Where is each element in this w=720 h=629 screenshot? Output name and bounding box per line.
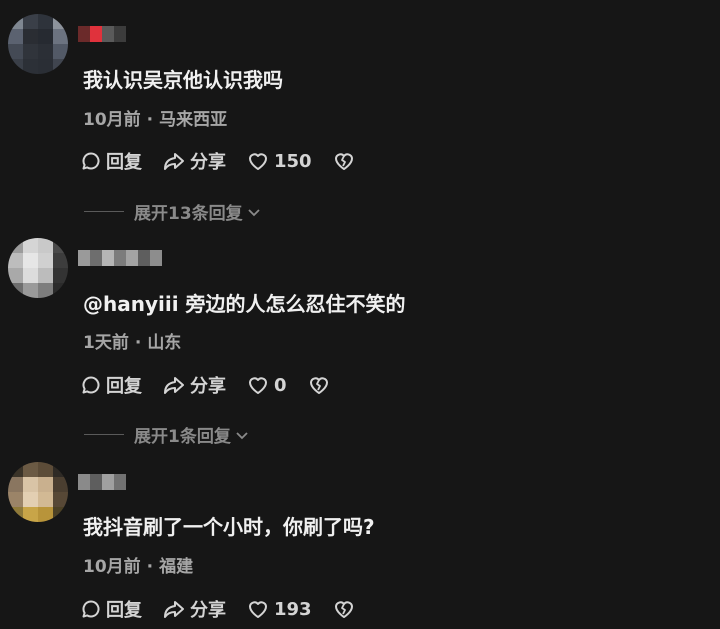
- meta-separator: ·: [146, 557, 154, 577]
- share-button[interactable]: 分享: [162, 148, 226, 174]
- comment-actions: 回复 分享 0: [80, 372, 355, 398]
- heart-icon: [249, 601, 267, 618]
- expand-replies-button[interactable]: 展开1条回复: [84, 422, 250, 447]
- divider-line: [84, 211, 124, 212]
- divider-line: [84, 434, 124, 435]
- dislike-button[interactable]: [307, 374, 335, 396]
- share-label: 分享: [190, 376, 226, 397]
- like-button[interactable]: 150: [246, 150, 312, 172]
- share-label: 分享: [190, 152, 226, 173]
- broken-heart-icon: [309, 377, 328, 394]
- reply-label: 回复: [106, 152, 142, 173]
- share-button[interactable]: 分享: [162, 596, 226, 622]
- chevron-down-icon: [236, 431, 248, 439]
- like-count: 150: [274, 150, 312, 172]
- reply-bubble-icon: [82, 152, 100, 170]
- expand-label: 展开13条回复: [134, 204, 243, 224]
- dislike-button[interactable]: [332, 598, 360, 620]
- like-count: 193: [274, 598, 312, 620]
- comment-time: 10月前: [83, 557, 141, 577]
- dislike-button[interactable]: [332, 150, 360, 172]
- comment-location: 马来西亚: [159, 110, 228, 130]
- comment-location: 福建: [159, 557, 194, 577]
- comment-time: 10月前: [83, 110, 141, 130]
- comment-list: 我认识吴京他认识我吗 10月前·马来西亚 回复 分享 150 展开13条回复: [0, 0, 720, 629]
- broken-heart-icon: [334, 153, 353, 170]
- comment-text: 我抖音刷了一个小时，你刷了吗?: [83, 515, 375, 539]
- reply-label: 回复: [106, 376, 142, 397]
- avatar[interactable]: [8, 238, 68, 298]
- comment-time: 1天前: [83, 333, 129, 353]
- meta-separator: ·: [134, 333, 142, 353]
- share-label: 分享: [190, 600, 226, 621]
- heart-icon: [249, 153, 267, 170]
- username[interactable]: [78, 474, 126, 490]
- expand-label: 展开1条回复: [134, 427, 231, 447]
- comment-text: 我认识吴京他认识我吗: [83, 68, 283, 92]
- comment-text: @hanyiii 旁边的人怎么忍住不笑的: [83, 292, 406, 316]
- username[interactable]: [78, 250, 162, 266]
- like-count: 0: [274, 374, 287, 396]
- broken-heart-icon: [334, 601, 353, 618]
- share-arrow-icon: [164, 377, 184, 394]
- avatar[interactable]: [8, 462, 68, 522]
- reply-button[interactable]: 回复: [80, 372, 142, 398]
- share-arrow-icon: [164, 153, 184, 170]
- share-button[interactable]: 分享: [162, 372, 226, 398]
- meta-separator: ·: [146, 110, 154, 130]
- avatar[interactable]: [8, 14, 68, 74]
- username[interactable]: [78, 26, 126, 42]
- like-button[interactable]: 193: [246, 598, 312, 620]
- reply-bubble-icon: [82, 376, 100, 394]
- share-arrow-icon: [164, 601, 184, 618]
- expand-replies-button[interactable]: 展开13条回复: [84, 199, 262, 224]
- reply-button[interactable]: 回复: [80, 596, 142, 622]
- reply-label: 回复: [106, 600, 142, 621]
- comment-actions: 回复 分享 150: [80, 148, 380, 174]
- comment-meta: 1天前 · 山东: [83, 328, 181, 353]
- comment-meta: 10月前 · 马来西亚: [83, 105, 227, 130]
- heart-icon: [249, 377, 267, 394]
- comment-actions: 回复 分享 193: [80, 596, 380, 622]
- chevron-down-icon: [248, 208, 260, 216]
- like-button[interactable]: 0: [246, 374, 287, 396]
- comment-location: 山东: [147, 333, 182, 353]
- reply-bubble-icon: [82, 600, 100, 618]
- comment-meta: 10月前 · 福建: [83, 552, 193, 577]
- reply-button[interactable]: 回复: [80, 148, 142, 174]
